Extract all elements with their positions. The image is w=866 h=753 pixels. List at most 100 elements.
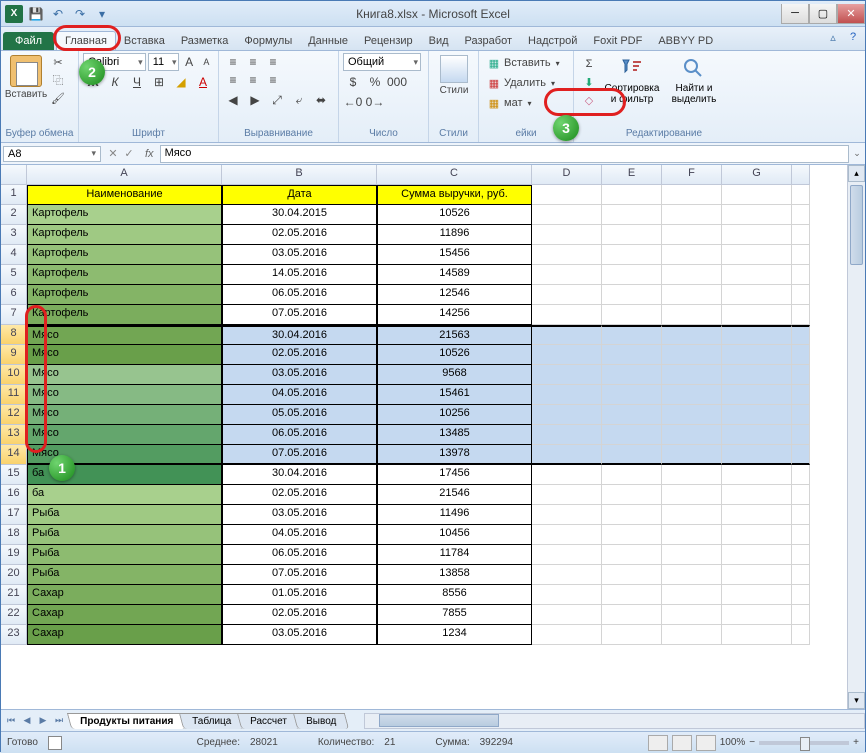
row-header[interactable]: 18 [1, 525, 27, 545]
row-header[interactable]: 22 [1, 605, 27, 625]
empty-cell[interactable] [722, 305, 792, 325]
empty-cell[interactable] [722, 585, 792, 605]
align-left-icon[interactable]: ≡ [223, 71, 243, 89]
empty-cell[interactable] [722, 205, 792, 225]
empty-cell[interactable] [662, 605, 722, 625]
copy-icon[interactable]: ⿻ [49, 71, 67, 89]
zoom-level[interactable]: 100% [720, 737, 746, 748]
expand-formula-icon[interactable]: ⌄ [849, 148, 865, 159]
paste-button[interactable]: Вставить [5, 53, 47, 102]
data-cell[interactable]: Картофель [27, 285, 222, 305]
increase-decimal-icon[interactable]: ←0 [343, 93, 363, 111]
row-header[interactable]: 1 [1, 185, 27, 205]
data-cell[interactable]: ба [27, 485, 222, 505]
empty-cell[interactable] [722, 625, 792, 645]
number-format-combo[interactable]: Общий [343, 53, 421, 71]
data-cell[interactable]: 10526 [377, 205, 532, 225]
data-cell[interactable]: 03.05.2016 [222, 365, 377, 385]
empty-cell[interactable] [602, 385, 662, 405]
shrink-font-icon[interactable]: A [199, 53, 214, 71]
empty-cell[interactable] [532, 505, 602, 525]
font-color-button[interactable]: A [193, 73, 213, 91]
empty-cell[interactable] [722, 405, 792, 425]
empty-cell[interactable] [602, 525, 662, 545]
minimize-button[interactable]: ─ [781, 4, 809, 24]
empty-cell[interactable] [792, 225, 810, 245]
header-cell[interactable]: Наименование [27, 185, 222, 205]
empty-cell[interactable] [792, 565, 810, 585]
tab-developer[interactable]: Разработ [457, 32, 520, 50]
empty-cell[interactable] [662, 505, 722, 525]
qat-more-icon[interactable]: ▾ [93, 5, 111, 23]
sheet-nav-first-icon[interactable]: ⏮ [3, 713, 19, 729]
empty-cell[interactable] [722, 425, 792, 445]
data-cell[interactable]: Сахар [27, 585, 222, 605]
sheet-nav-next-icon[interactable]: ▶ [35, 713, 51, 729]
empty-cell[interactable] [602, 605, 662, 625]
data-cell[interactable]: 02.05.2016 [222, 225, 377, 245]
decrease-decimal-icon[interactable]: 0→ [365, 93, 385, 111]
data-cell[interactable]: 11896 [377, 225, 532, 245]
empty-cell[interactable] [792, 205, 810, 225]
empty-cell[interactable] [662, 345, 722, 365]
empty-cell[interactable] [662, 305, 722, 325]
empty-cell[interactable] [532, 265, 602, 285]
empty-cell[interactable] [792, 345, 810, 365]
data-cell[interactable]: Мясо [27, 325, 222, 345]
empty-cell[interactable] [602, 545, 662, 565]
percent-icon[interactable]: % [365, 73, 385, 91]
column-header[interactable]: B [222, 165, 377, 185]
data-cell[interactable]: Рыба [27, 545, 222, 565]
empty-cell[interactable] [722, 485, 792, 505]
empty-cell[interactable] [532, 585, 602, 605]
worksheet-grid[interactable]: ABCDEFG1НаименованиеДатаСумма выручки, р… [1, 165, 865, 709]
format-painter-icon[interactable]: 🖌 [49, 89, 67, 107]
empty-cell[interactable] [792, 625, 810, 645]
empty-cell[interactable] [602, 185, 662, 205]
empty-cell[interactable] [602, 485, 662, 505]
zoom-in-icon[interactable]: + [853, 737, 859, 748]
row-header[interactable]: 2 [1, 205, 27, 225]
empty-cell[interactable] [532, 225, 602, 245]
align-right-icon[interactable]: ≡ [263, 71, 283, 89]
empty-cell[interactable] [792, 605, 810, 625]
empty-cell[interactable] [662, 405, 722, 425]
help-icon[interactable]: ? [845, 29, 861, 45]
empty-cell[interactable] [722, 605, 792, 625]
data-cell[interactable]: 11496 [377, 505, 532, 525]
data-cell[interactable]: 04.05.2016 [222, 525, 377, 545]
excel-logo[interactable]: X [5, 5, 23, 23]
empty-cell[interactable] [722, 525, 792, 545]
empty-cell[interactable] [602, 365, 662, 385]
empty-cell[interactable] [602, 405, 662, 425]
autosum-icon[interactable]: Σ [580, 55, 598, 73]
empty-cell[interactable] [602, 245, 662, 265]
empty-cell[interactable] [532, 485, 602, 505]
tab-foxit[interactable]: Foxit PDF [585, 32, 650, 50]
empty-cell[interactable] [662, 325, 722, 345]
empty-cell[interactable] [532, 365, 602, 385]
data-cell[interactable]: 01.05.2016 [222, 585, 377, 605]
row-header[interactable]: 20 [1, 565, 27, 585]
fill-color-button[interactable]: ◢ [171, 73, 191, 91]
data-cell[interactable]: 03.05.2016 [222, 505, 377, 525]
data-cell[interactable]: Картофель [27, 225, 222, 245]
empty-cell[interactable] [602, 285, 662, 305]
data-cell[interactable]: Мясо [27, 345, 222, 365]
tab-formulas[interactable]: Формулы [236, 32, 300, 50]
data-cell[interactable]: 10456 [377, 525, 532, 545]
align-middle-icon[interactable]: ≡ [243, 53, 263, 71]
empty-cell[interactable] [722, 385, 792, 405]
styles-button[interactable]: Стили [433, 53, 475, 98]
find-select-button[interactable]: Найти и выделить [664, 53, 724, 107]
empty-cell[interactable] [662, 185, 722, 205]
align-center-icon[interactable]: ≡ [243, 71, 263, 89]
row-header[interactable]: 11 [1, 385, 27, 405]
formula-input[interactable]: Мясо [160, 145, 849, 163]
empty-cell[interactable] [662, 485, 722, 505]
select-all-corner[interactable] [1, 165, 27, 185]
sheet-nav-prev-icon[interactable]: ◀ [19, 713, 35, 729]
cancel-formula-icon[interactable]: ✕ [105, 147, 121, 160]
empty-cell[interactable] [532, 565, 602, 585]
close-button[interactable]: ✕ [837, 4, 865, 24]
